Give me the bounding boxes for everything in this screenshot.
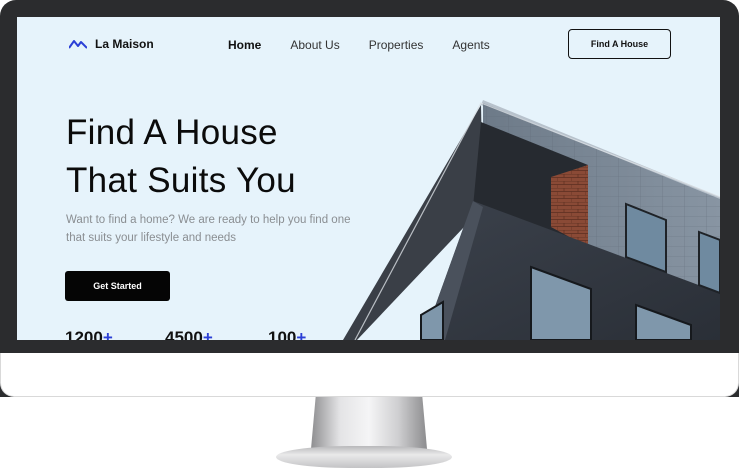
building-photo [343,100,720,340]
brand-name: La Maison [95,37,154,51]
stat-value: 100 [268,328,297,340]
main-nav: Home About Us Properties Agents [228,38,490,52]
stat-item: 100+ [268,328,306,340]
hero-subtitle: Want to find a home? We are ready to hel… [66,214,351,244]
monitor-chin [0,353,739,397]
nav-item-home[interactable]: Home [228,38,261,52]
hero-title: Find A House That Suits You [66,109,296,205]
monitor-stand-base [276,446,452,468]
stat-value: 4500 [165,328,203,340]
brand-logo[interactable]: La Maison [69,37,154,51]
stat-plus: + [102,328,113,340]
monitor-stand-neck [311,397,427,449]
find-a-house-button[interactable]: Find A House [568,29,671,59]
hero-title-line-1: Find A House [66,113,278,152]
stat-plus: + [202,328,213,340]
stat-item: 4500+ [165,328,268,340]
hero-title-line-2: That Suits You [66,161,296,200]
stat-plus: + [296,328,307,340]
get-started-button[interactable]: Get Started [65,271,170,301]
nav-item-properties[interactable]: Properties [369,38,424,52]
nav-item-agents[interactable]: Agents [452,38,489,52]
stat-item: 1200+ [65,328,165,340]
website-screen: La Maison Home About Us Properties Agent… [17,17,720,340]
nav-item-about-us[interactable]: About Us [290,38,339,52]
stats-row: 1200+ 4500+ 100+ [65,328,306,340]
mountain-logo-icon [69,40,87,49]
stat-value: 1200 [65,328,103,340]
